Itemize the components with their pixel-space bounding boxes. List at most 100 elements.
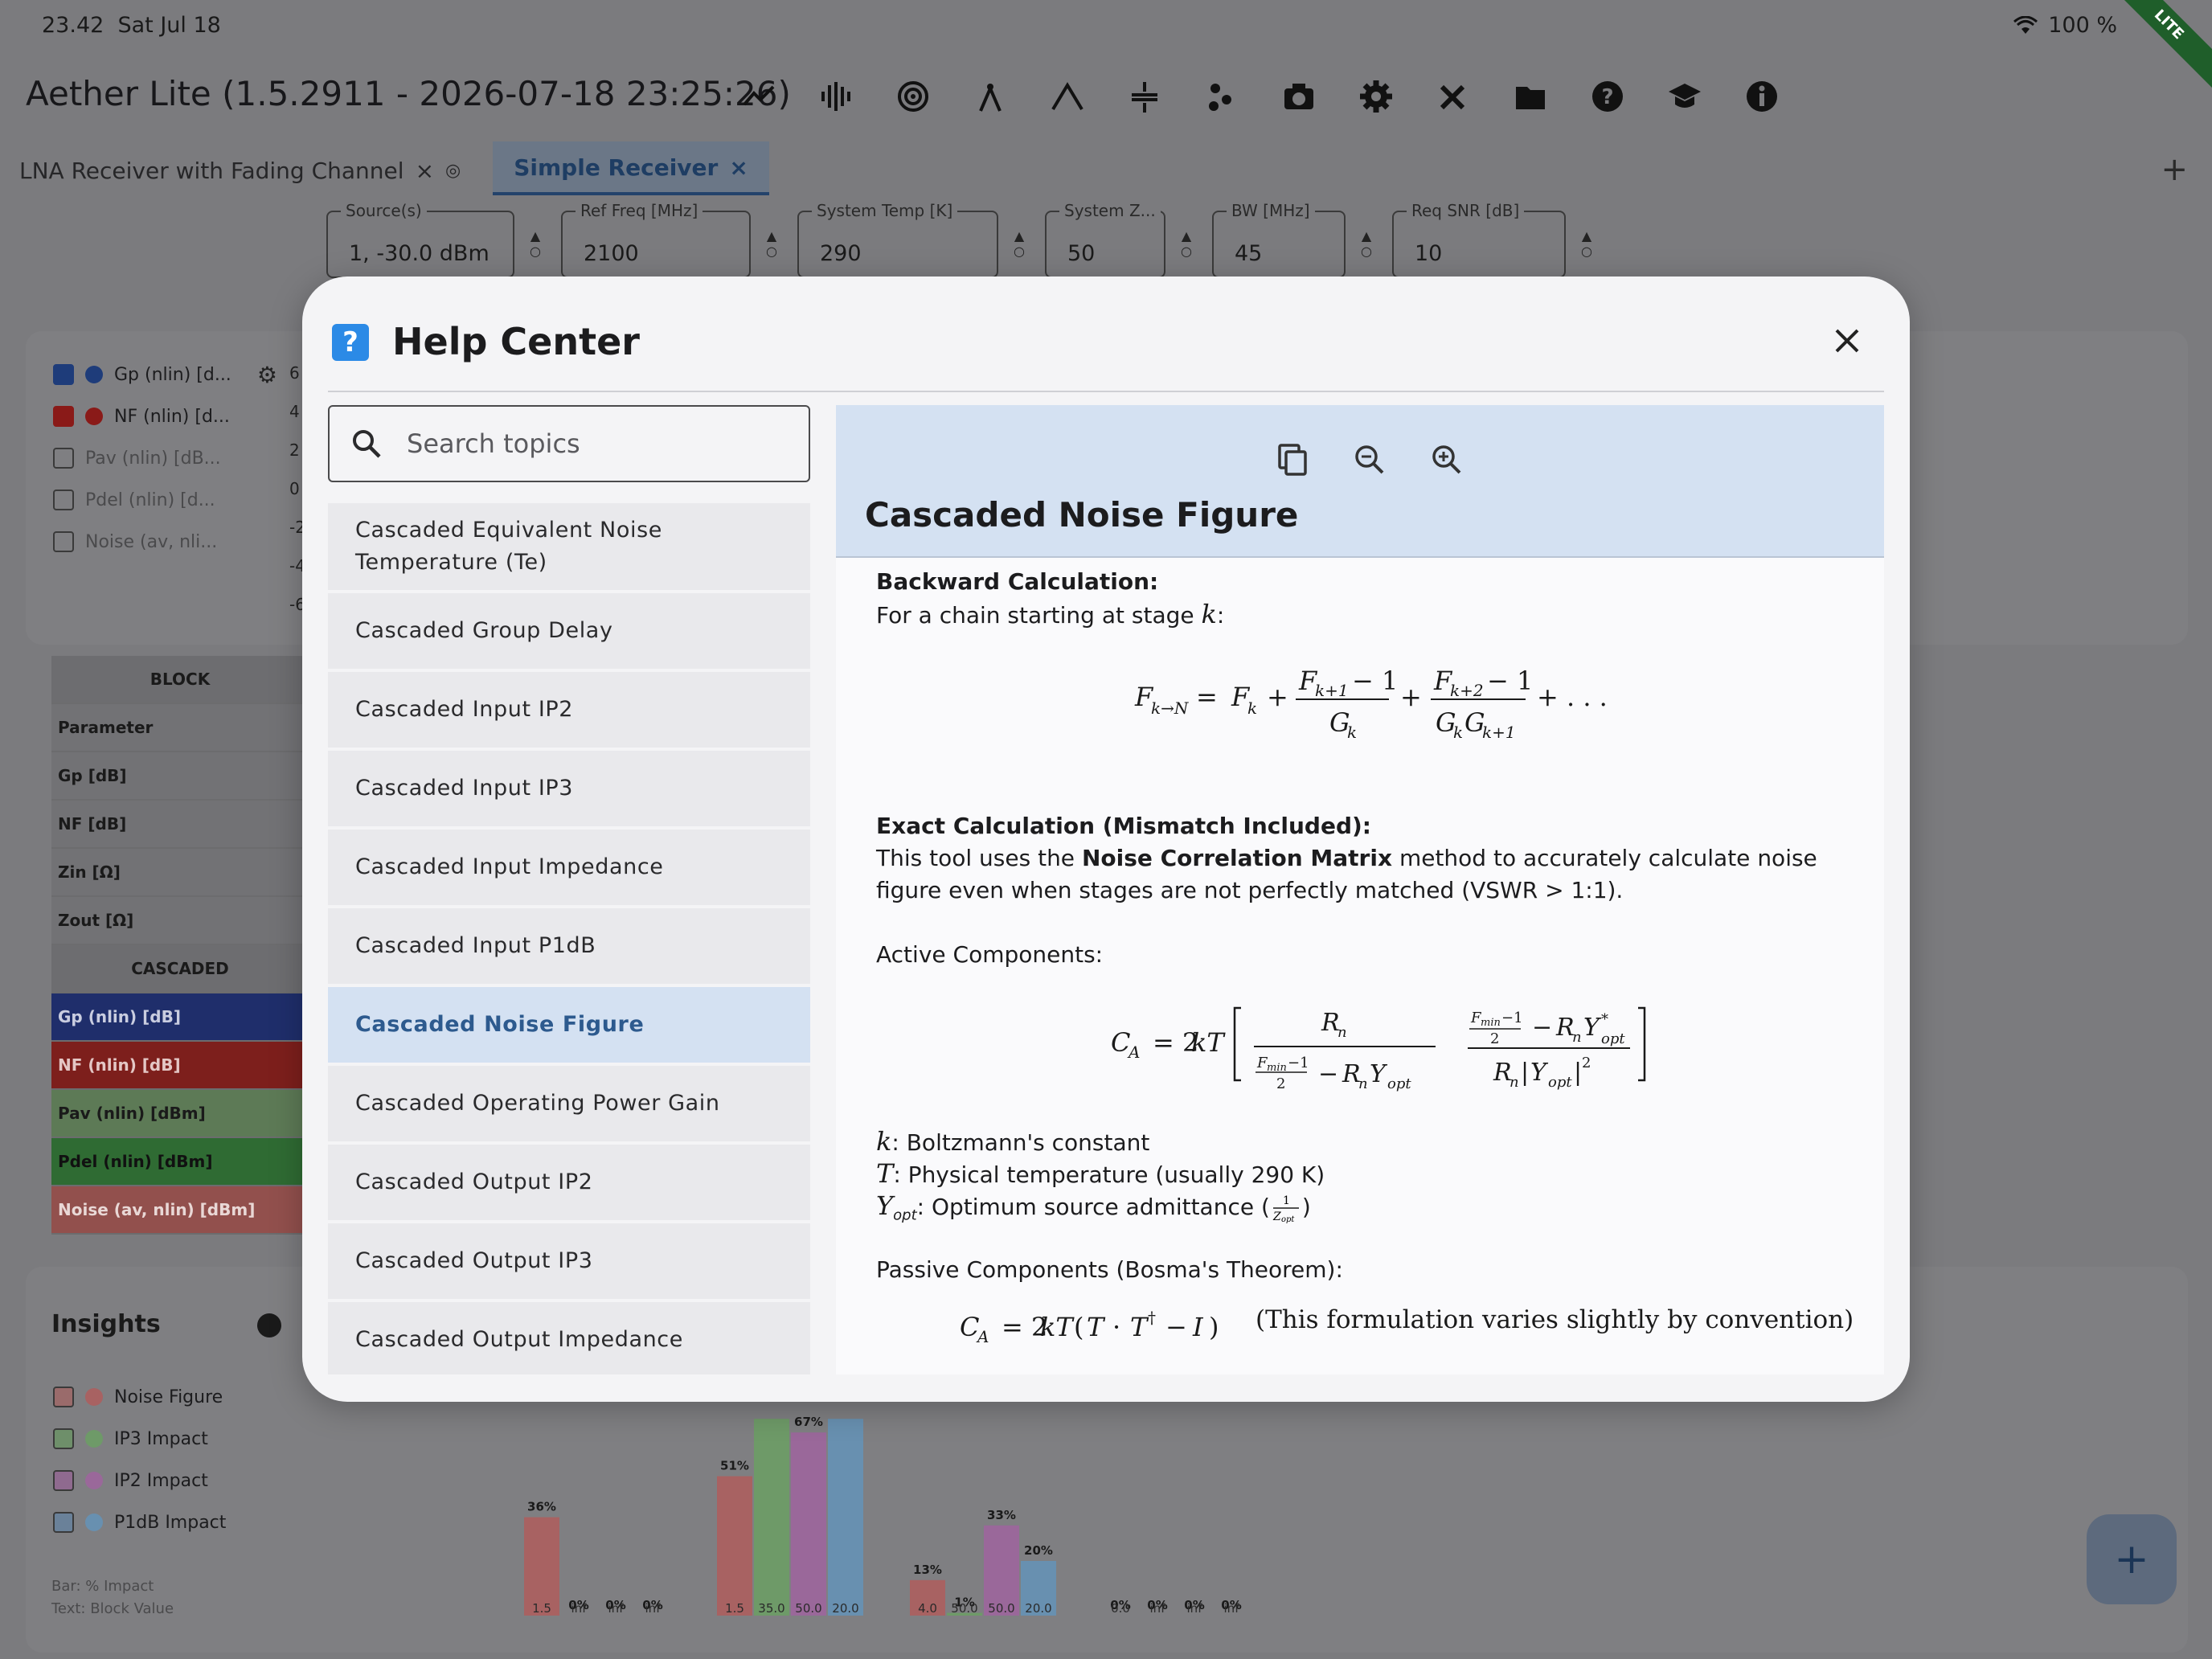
list-item[interactable]: Cascaded Input IP2 bbox=[328, 672, 810, 751]
school-icon[interactable] bbox=[1662, 74, 1707, 119]
svg-text:kT: kT bbox=[1191, 1027, 1226, 1058]
list-item[interactable]: Cascaded Equivalent Noise Temperature (T… bbox=[328, 503, 810, 593]
list-item[interactable]: Cascaded Group Delay bbox=[328, 593, 810, 672]
legend-item-pdel[interactable]: Pdel (nlin) [d... bbox=[53, 479, 277, 521]
bar-value-label: 50.0 bbox=[795, 1601, 821, 1616]
system-params: 1, -30.0 dBm Source(s) ▲ ○ 2100 Ref Freq [MH… bbox=[326, 201, 1592, 278]
param-req-snr[interactable]: 10 Req SNR [dB] ▲ ○ bbox=[1392, 201, 1592, 278]
camera-icon[interactable] bbox=[1276, 74, 1321, 119]
search-field[interactable] bbox=[328, 405, 810, 482]
checkbox[interactable] bbox=[53, 1428, 74, 1449]
eye-off-icon[interactable]: ◎ bbox=[445, 161, 461, 181]
gear-icon[interactable] bbox=[1354, 74, 1399, 119]
table-row[interactable]: Zout [Ω] bbox=[51, 897, 302, 945]
list-item-selected[interactable]: Cascaded Noise Figure bbox=[328, 987, 810, 1066]
formula-active: CA = 2kT Rn Fmin −1 2 − Rn Yopt Fmin −1 2 − R… bbox=[1111, 1006, 1646, 1092]
svg-text:k+1: k+1 bbox=[1315, 681, 1349, 700]
exact-heading: Exact Calculation (Mismatch Included): bbox=[876, 813, 1371, 839]
definition-k: k: Boltzmann's constant bbox=[876, 1126, 1150, 1157]
zoom-in-button[interactable] bbox=[1424, 437, 1469, 482]
close-icon[interactable]: × bbox=[416, 158, 434, 184]
svg-text:opt: opt bbox=[1281, 1215, 1295, 1223]
series-dot bbox=[85, 1472, 103, 1489]
legend-item-gp[interactable]: Gp (nlin) [d... ⚙ bbox=[53, 354, 277, 395]
target-icon[interactable] bbox=[891, 74, 936, 119]
param-ref-freq[interactable]: 2100 Ref Freq [MHz] ▲ ○ bbox=[561, 201, 777, 278]
waveform-icon[interactable] bbox=[813, 74, 858, 119]
list-item[interactable]: Cascaded Input IP3 bbox=[328, 751, 810, 830]
tab-label: Simple Receiver bbox=[514, 154, 719, 181]
svg-text:2: 2 bbox=[1490, 1030, 1499, 1047]
legend-item-ip2[interactable]: IP2 Impact bbox=[53, 1460, 226, 1501]
checkbox[interactable] bbox=[53, 490, 74, 510]
list-item[interactable]: Cascaded Output Impedance bbox=[328, 1302, 810, 1374]
param-bw[interactable]: 45 BW [MHz] ▲ ○ bbox=[1212, 201, 1372, 278]
list-item[interactable]: Cascaded Operating Power Gain bbox=[328, 1066, 810, 1145]
legend-item-p1db[interactable]: P1dB Impact bbox=[53, 1501, 226, 1543]
search-input[interactable] bbox=[407, 428, 776, 459]
spacing-icon[interactable] bbox=[1122, 74, 1167, 119]
insights-title: Insights bbox=[51, 1310, 161, 1338]
definition-t: T: Physical temperature (usually 290 K) bbox=[876, 1158, 1325, 1189]
copy-button[interactable] bbox=[1270, 437, 1315, 482]
svg-text:=: = bbox=[1196, 682, 1218, 712]
legend-item-ip3[interactable]: IP3 Impact bbox=[53, 1418, 226, 1460]
tab-lna-receiver[interactable]: LNA Receiver with Fading Channel × ◎ bbox=[19, 158, 461, 195]
svg-text:|: | bbox=[1574, 1059, 1582, 1087]
zoom-out-button[interactable] bbox=[1347, 437, 1392, 482]
list-item[interactable]: Cascaded Output IP2 bbox=[328, 1145, 810, 1223]
param-source[interactable]: 1, -30.0 dBm Source(s) ▲ ○ bbox=[326, 201, 541, 278]
scatter-icon[interactable] bbox=[1199, 74, 1244, 119]
table-row[interactable]: Pdel (nlin) [dBm] bbox=[51, 1138, 302, 1186]
table-row[interactable]: NF [dB] bbox=[51, 801, 302, 849]
param-system-temp[interactable]: 290 System Temp [K] ▲ ○ bbox=[797, 201, 1025, 278]
checkbox[interactable] bbox=[53, 1512, 74, 1533]
checkbox[interactable] bbox=[53, 406, 74, 427]
table-row[interactable]: Pav (nlin) [dBm] bbox=[51, 1090, 302, 1138]
legend-item-noise-figure[interactable]: Noise Figure bbox=[53, 1376, 226, 1418]
gear-icon[interactable]: ⚙ bbox=[257, 362, 277, 388]
line-chart-icon[interactable] bbox=[736, 74, 781, 119]
checkbox[interactable] bbox=[53, 364, 74, 385]
bar-value-label: inf bbox=[1187, 1601, 1203, 1616]
bell-curve-icon[interactable] bbox=[1045, 74, 1090, 119]
folder-icon[interactable] bbox=[1508, 74, 1553, 119]
table-row[interactable]: Noise (av, nlin) [dBm] bbox=[51, 1186, 302, 1235]
close-button[interactable] bbox=[1826, 320, 1868, 362]
help-icon[interactable]: ? bbox=[1585, 74, 1630, 119]
table-row[interactable]: Gp (nlin) [dB] bbox=[51, 993, 302, 1042]
checkbox[interactable] bbox=[53, 448, 74, 469]
add-block-button[interactable]: + bbox=[2087, 1514, 2177, 1604]
legend-item-pav[interactable]: Pav (nlin) [dB... bbox=[53, 437, 277, 479]
param-system-z[interactable]: 50 System Z... ▲ ○ bbox=[1045, 201, 1192, 278]
tab-simple-receiver[interactable]: Simple Receiver × bbox=[493, 141, 769, 195]
info-icon[interactable] bbox=[1739, 74, 1784, 119]
svg-text:A: A bbox=[1127, 1043, 1140, 1062]
checkbox[interactable] bbox=[53, 531, 74, 552]
table-row[interactable]: Gp [dB] bbox=[51, 752, 302, 801]
topic-list: Cascaded Equivalent Noise Temperature (T… bbox=[328, 503, 810, 1374]
svg-text:−: − bbox=[1532, 1014, 1552, 1042]
svg-text:k: k bbox=[1347, 723, 1357, 742]
lite-ribbon: LITE bbox=[2102, 0, 2212, 92]
bar-value-label: inf bbox=[608, 1601, 625, 1616]
app-title: Aether Lite (1.5.2911 - 2026-07-18 23:25… bbox=[26, 74, 791, 113]
list-item[interactable]: Cascaded Input P1dB bbox=[328, 908, 810, 987]
list-item[interactable]: Cascaded Output IP3 bbox=[328, 1223, 810, 1302]
add-tab-button[interactable]: + bbox=[2161, 151, 2188, 188]
table-row[interactable]: NF (nlin) [dB] bbox=[51, 1042, 302, 1090]
svg-text:2: 2 bbox=[1582, 1055, 1591, 1071]
checkbox[interactable] bbox=[53, 1387, 74, 1407]
tools-icon[interactable] bbox=[1431, 74, 1476, 119]
legend-item-nf[interactable]: NF (nlin) [d... bbox=[53, 395, 277, 437]
close-icon[interactable]: × bbox=[729, 154, 748, 181]
table-row[interactable]: Zin [Ω] bbox=[51, 849, 302, 897]
checkbox[interactable] bbox=[53, 1470, 74, 1491]
copy-icon bbox=[1278, 444, 1307, 476]
compass-icon[interactable] bbox=[968, 74, 1013, 119]
article-title: Cascaded Noise Figure bbox=[865, 495, 1299, 535]
zoom-out-icon bbox=[1355, 445, 1384, 474]
legend-item-noise[interactable]: Noise (av, nli... bbox=[53, 521, 277, 563]
list-item[interactable]: Cascaded Input Impedance bbox=[328, 830, 810, 908]
pie-chart-icon[interactable] bbox=[257, 1313, 281, 1337]
